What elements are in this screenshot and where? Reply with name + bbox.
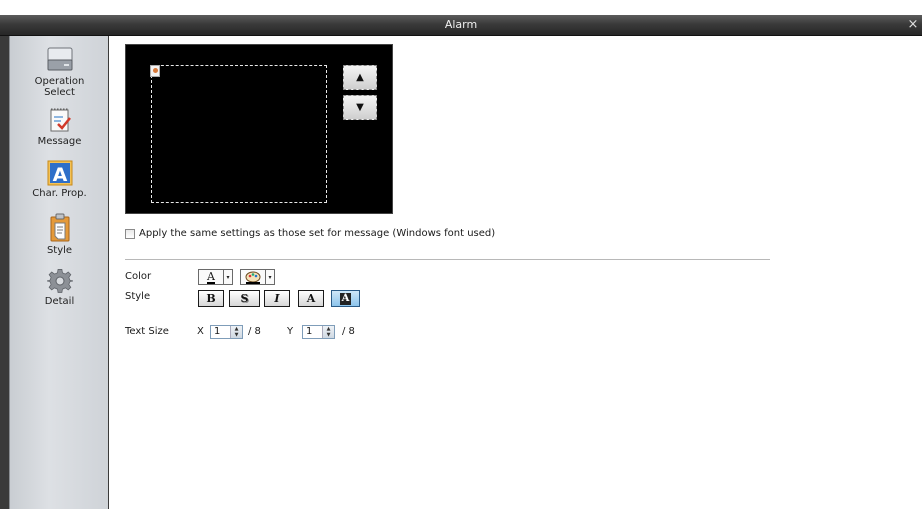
title-bar: Alarm × bbox=[0, 0, 922, 36]
sidebar-panel: Operation Select Message A Char. Prop. S… bbox=[9, 36, 108, 509]
sidebar: Operation Select Message A Char. Prop. S… bbox=[0, 36, 109, 509]
text-size-x-max: / 8 bbox=[248, 326, 261, 337]
window-title: Alarm bbox=[444, 18, 478, 31]
clipboard-icon bbox=[50, 213, 69, 242]
text-size-y-max: / 8 bbox=[342, 326, 355, 337]
arrow-down-icon: ▼ bbox=[356, 102, 364, 113]
sidebar-item-message[interactable]: Message bbox=[10, 106, 109, 147]
letter-a-icon: A bbox=[47, 160, 72, 186]
text-size-label: Text Size bbox=[125, 326, 169, 337]
apply-same-settings-checkbox[interactable] bbox=[125, 228, 135, 239]
text-size-y-label: Y bbox=[287, 326, 294, 337]
palette-icon-svg bbox=[245, 271, 261, 284]
text-size-x-value[interactable]: 1 bbox=[211, 326, 230, 338]
bold-button[interactable]: B bbox=[198, 290, 224, 307]
sidebar-item-label: Detail bbox=[44, 296, 75, 307]
text-size-y-value[interactable]: 1 bbox=[303, 326, 322, 338]
sidebar-item-label: Style bbox=[46, 245, 73, 256]
text-size-y-stepper[interactable]: 1 ▲ ▼ bbox=[302, 325, 335, 339]
sidebar-item-detail[interactable]: Detail bbox=[10, 268, 109, 307]
sidebar-item-label: Message bbox=[37, 136, 82, 147]
sidebar-item-label: Select bbox=[44, 87, 75, 98]
sidebar-item-style[interactable]: Style bbox=[10, 213, 109, 256]
sidebar-item-operation-select[interactable]: Operation Select bbox=[10, 44, 109, 98]
italic-button[interactable]: I bbox=[264, 290, 290, 307]
spin-down-icon[interactable]: ▼ bbox=[323, 332, 334, 338]
text-color-button[interactable]: A ▾ bbox=[198, 269, 233, 285]
background-color-button[interactable]: ▾ bbox=[240, 269, 275, 285]
color-label: Color bbox=[125, 271, 152, 282]
arrow-up-icon: ▲ bbox=[356, 72, 364, 83]
highlighted-text-glyph: A bbox=[339, 292, 352, 305]
chevron-down-icon: ▾ bbox=[268, 273, 272, 281]
normal-text-button[interactable]: A bbox=[298, 290, 324, 307]
sidebar-item-label: Operation bbox=[34, 76, 85, 87]
scroll-down-button[interactable]: ▼ bbox=[343, 95, 377, 120]
svg-text:A: A bbox=[52, 164, 67, 186]
spinner-buttons[interactable]: ▲ ▼ bbox=[230, 326, 242, 338]
text-size-x-label: X bbox=[197, 326, 204, 337]
scroll-up-button[interactable]: ▲ bbox=[343, 65, 377, 90]
shadow-button[interactable]: S bbox=[229, 290, 260, 307]
chevron-down-icon: ▾ bbox=[226, 273, 230, 281]
spin-down-icon[interactable]: ▼ bbox=[231, 332, 242, 338]
sidebar-item-label: Char. Prop. bbox=[32, 188, 87, 199]
highlighted-text-button[interactable]: A bbox=[331, 290, 360, 307]
drive-icon bbox=[47, 47, 72, 71]
apply-same-settings-row: Apply the same settings as those set for… bbox=[125, 228, 495, 239]
text-color-glyph: A bbox=[207, 269, 215, 284]
gear-icon bbox=[46, 269, 73, 293]
preview-canvas: ▲ ▼ bbox=[125, 44, 393, 214]
palette-icon bbox=[150, 65, 160, 77]
spinner-buttons[interactable]: ▲ ▼ bbox=[322, 326, 334, 338]
notepad-check-icon bbox=[50, 108, 71, 132]
sidebar-item-char-prop[interactable]: A Char. Prop. bbox=[10, 160, 109, 199]
apply-same-settings-label: Apply the same settings as those set for… bbox=[139, 228, 496, 239]
style-label: Style bbox=[125, 291, 151, 302]
text-size-x-stepper[interactable]: 1 ▲ ▼ bbox=[210, 325, 243, 339]
text-color-icon: A bbox=[199, 270, 224, 284]
divider bbox=[125, 259, 770, 260]
close-button[interactable]: × bbox=[906, 17, 920, 33]
text-area-outline bbox=[151, 65, 327, 203]
palette-icon bbox=[241, 270, 266, 284]
